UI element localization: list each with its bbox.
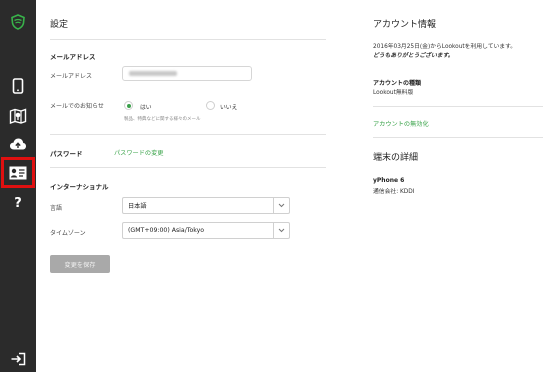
account-info-title: アカウント情報 xyxy=(373,20,437,30)
notify-label: メールでのお知らせ xyxy=(50,103,104,110)
timezone-value: (GMT+09:00) Asia/Tokyo xyxy=(128,227,205,234)
notify-hint: 製品、特典などに関する様々のメール xyxy=(124,117,201,122)
account-type-value: Lookout無料版 xyxy=(373,90,414,96)
timezone-label: タイムゾーン xyxy=(50,230,86,237)
account-type-heading: アカウントの種類 xyxy=(373,80,422,87)
password-section-heading: パスワード xyxy=(50,150,83,158)
notify-yes-label: はい xyxy=(140,105,152,111)
settings-title: 設定 xyxy=(50,20,69,30)
email-section-heading: メールアドレス xyxy=(50,53,96,61)
deactivate-account-link[interactable]: アカウントの無効化 xyxy=(373,119,429,128)
language-select[interactable]: 日本語 xyxy=(122,197,290,214)
divider xyxy=(373,137,543,138)
lookout-shield-icon[interactable] xyxy=(0,9,36,35)
save-button[interactable]: 変更を保存 xyxy=(50,255,110,273)
divider xyxy=(50,39,326,40)
notify-no-radio[interactable] xyxy=(206,101,215,110)
language-label: 言語 xyxy=(50,205,63,212)
notify-no-label: いいえ xyxy=(220,105,238,111)
map-icon[interactable] xyxy=(0,103,36,129)
main-panel: 設定 メールアドレス メールアドレス メールでのお知らせ はい いいえ 製品、特… xyxy=(36,0,560,372)
change-password-link[interactable]: パスワードの変更 xyxy=(114,148,164,157)
account-card-icon[interactable] xyxy=(0,160,36,186)
phone-icon[interactable] xyxy=(0,73,36,99)
timezone-select[interactable]: (GMT+09:00) Asia/Tokyo xyxy=(122,222,290,239)
divider xyxy=(50,167,326,168)
device-details-title: 端末の詳細 xyxy=(373,153,419,163)
divider xyxy=(373,106,543,107)
thanks-text: どうもありがとうございます。 xyxy=(373,53,454,59)
logout-icon[interactable] xyxy=(0,346,36,372)
chevron-down-icon xyxy=(273,223,289,238)
email-field[interactable] xyxy=(122,66,252,81)
cloud-upload-icon[interactable] xyxy=(0,131,36,157)
chevron-down-icon xyxy=(273,198,289,213)
divider xyxy=(50,134,326,135)
help-icon[interactable]: ? xyxy=(0,190,36,216)
redacted-email xyxy=(129,71,177,76)
device-name: yPhone 6 xyxy=(373,177,405,184)
email-label: メールアドレス xyxy=(50,73,93,80)
notify-yes-radio[interactable] xyxy=(124,101,133,110)
language-value: 日本語 xyxy=(128,203,147,210)
account-since-text: 2016年03月25日(金)からLookoutを利用しています。 xyxy=(373,44,517,50)
intl-section-heading: インターナショナル xyxy=(50,183,109,191)
device-carrier: 通信会社: KDDI xyxy=(373,189,415,195)
sidebar: ? xyxy=(0,0,36,372)
